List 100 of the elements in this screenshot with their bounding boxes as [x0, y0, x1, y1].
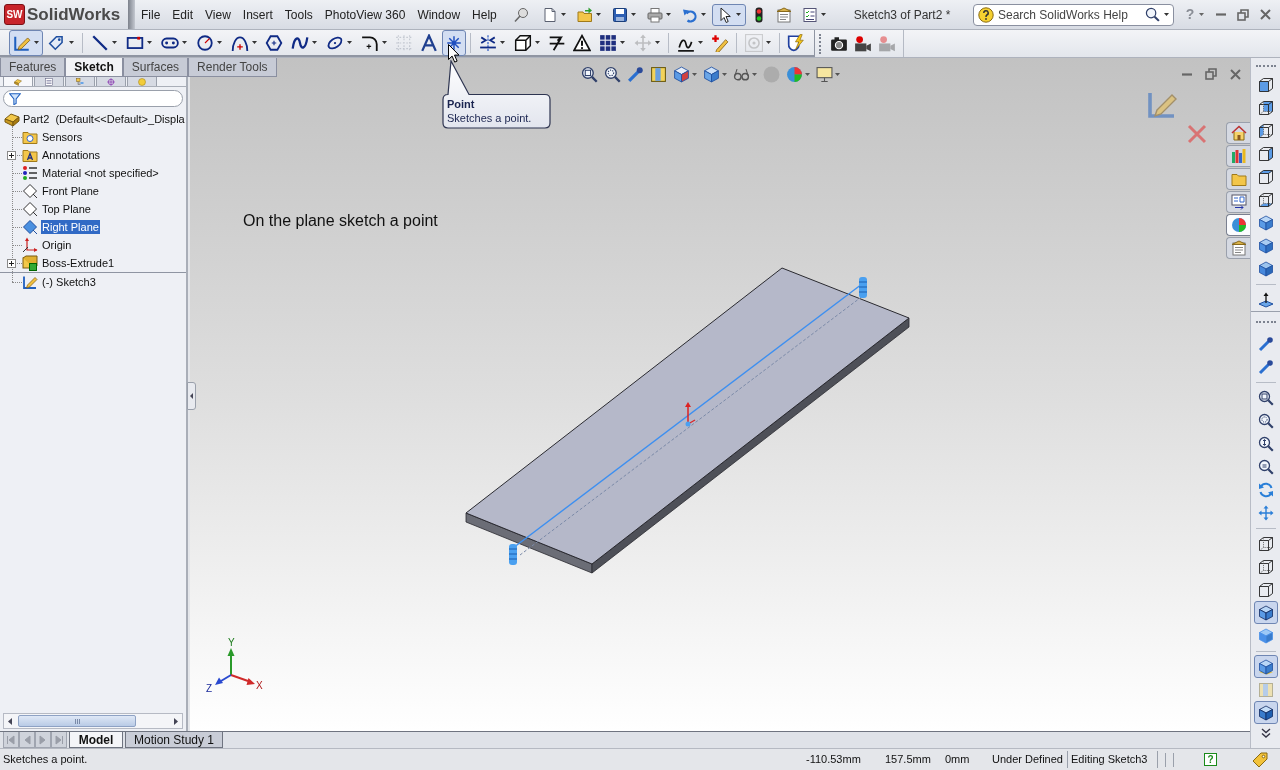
filter-field[interactable] — [3, 90, 183, 107]
zoom-area-button[interactable] — [603, 64, 622, 84]
menu-item[interactable]: Edit — [166, 5, 200, 24]
cube-icon — [1257, 237, 1274, 254]
striped-square-icon — [1257, 681, 1274, 698]
tree-item[interactable]: Sensors — [41, 130, 84, 144]
cube-icon — [1257, 535, 1274, 552]
tab[interactable]: Sketch — [65, 58, 123, 77]
cube-icon — [1257, 581, 1274, 598]
task-pane-tab[interactable] — [1226, 122, 1250, 144]
line-icon — [91, 33, 109, 52]
x-axis-arrow — [230, 674, 255, 685]
menu-item[interactable]: Insert — [236, 5, 279, 24]
panel-tab[interactable] — [96, 76, 126, 86]
view-orientation-button[interactable] — [672, 64, 698, 84]
panel-tab[interactable] — [34, 76, 64, 86]
sketch-button[interactable] — [9, 29, 43, 56]
menu-item[interactable]: Help — [466, 5, 503, 24]
panel-icon — [1230, 194, 1247, 210]
expand-icon[interactable] — [7, 258, 16, 268]
video-camera-icon — [854, 34, 872, 53]
close-icon — [1229, 68, 1241, 80]
folder-icon — [1230, 171, 1247, 187]
tag-icon — [1252, 751, 1268, 768]
previous-view-button[interactable] — [626, 64, 645, 84]
scene-button[interactable] — [785, 64, 811, 84]
caret-icon — [698, 41, 703, 44]
search-field[interactable]: Search SolidWorks Help — [973, 3, 1174, 26]
origin-icon — [685, 402, 696, 427]
normal-arrow-icon — [1257, 291, 1274, 308]
cube-icon — [1257, 191, 1274, 208]
scrollbar-thumb[interactable] — [18, 715, 136, 727]
box-icon — [514, 33, 532, 52]
perspective-button[interactable] — [1253, 701, 1278, 724]
tab[interactable]: Surfaces — [122, 58, 189, 77]
section-view-button[interactable] — [649, 64, 668, 84]
zoom-fit-button[interactable] — [580, 64, 599, 84]
tree-item[interactable]: Right Plane — [41, 220, 100, 234]
triangle-left-icon — [22, 734, 32, 745]
quick-tips-button[interactable] — [1251, 750, 1269, 769]
cube-icon — [1257, 704, 1274, 721]
tree-item[interactable]: Front Plane — [41, 184, 100, 198]
toolbar-grip[interactable] — [1255, 64, 1276, 67]
tree-item[interactable]: Top Plane — [41, 202, 92, 216]
caret-icon — [692, 72, 697, 76]
minimize-icon — [1216, 13, 1226, 16]
task-pane-tab[interactable] — [1226, 145, 1250, 167]
shaded-edges-button[interactable] — [1253, 601, 1278, 624]
separator-bar — [128, 0, 135, 29]
caret-icon — [252, 41, 257, 44]
circle-icon — [196, 33, 214, 52]
rotate-icon — [1257, 481, 1274, 498]
books-icon — [1230, 148, 1247, 164]
magnifier-icon — [1257, 412, 1274, 429]
tab[interactable]: Features — [0, 58, 66, 77]
tree-item[interactable]: Boss-Extrude1 — [41, 256, 116, 270]
cube-icon — [1257, 214, 1274, 231]
menu-item[interactable]: Window — [411, 5, 467, 24]
color-ball-icon — [786, 65, 803, 83]
tree-item[interactable]: Material <not specified> — [41, 166, 160, 180]
folder-icon — [22, 129, 38, 145]
sphere-icon — [138, 78, 146, 86]
menu-item[interactable]: PhotoView 360 — [318, 5, 412, 24]
pushpin-icon — [513, 7, 529, 22]
select-button[interactable] — [712, 3, 746, 26]
cube-icon — [1257, 76, 1274, 93]
tree-item[interactable]: (-) Sketch3 — [41, 275, 97, 289]
tab[interactable]: Motion Study 1 — [125, 732, 224, 748]
caret-icon — [112, 41, 117, 44]
help-button[interactable]: ? — [1204, 753, 1217, 766]
task-pane-tab[interactable] — [1226, 191, 1250, 213]
magnifier-icon — [1257, 458, 1274, 475]
tab[interactable]: Render Tools — [188, 58, 277, 77]
view-settings-button[interactable] — [815, 64, 841, 84]
display-style-button[interactable] — [702, 64, 728, 84]
horizontal-scrollbar[interactable] — [3, 713, 183, 729]
material-icon — [22, 165, 38, 181]
tree-item[interactable]: Annotations — [41, 148, 102, 162]
tree-item[interactable]: Part2 (Default<<Default>_Displa — [22, 112, 186, 126]
menu-item[interactable]: View — [199, 5, 237, 24]
tree-item[interactable]: Origin — [41, 238, 73, 252]
menu-item[interactable]: File — [135, 5, 167, 24]
z-axis-arrow — [215, 674, 232, 685]
list-icon — [45, 78, 53, 86]
panel-tab[interactable] — [3, 76, 33, 86]
collapse-handle[interactable] — [187, 382, 196, 410]
shadows-button[interactable] — [1253, 655, 1278, 678]
task-pane-tab[interactable] — [1226, 214, 1250, 236]
tree-icon — [76, 78, 84, 86]
caret-right-icon — [174, 717, 178, 725]
move-icon — [634, 33, 652, 52]
clipboard-icon — [1230, 240, 1247, 256]
tab[interactable]: Model — [69, 732, 123, 748]
cube-icon — [1257, 627, 1274, 644]
striped-square-icon — [650, 65, 667, 83]
menu-item[interactable]: Tools — [278, 5, 319, 24]
expand-icon[interactable] — [7, 150, 16, 160]
caret-left-icon — [8, 717, 12, 725]
dashed-grid-icon — [395, 33, 413, 52]
task-pane-tab[interactable] — [1226, 237, 1250, 259]
